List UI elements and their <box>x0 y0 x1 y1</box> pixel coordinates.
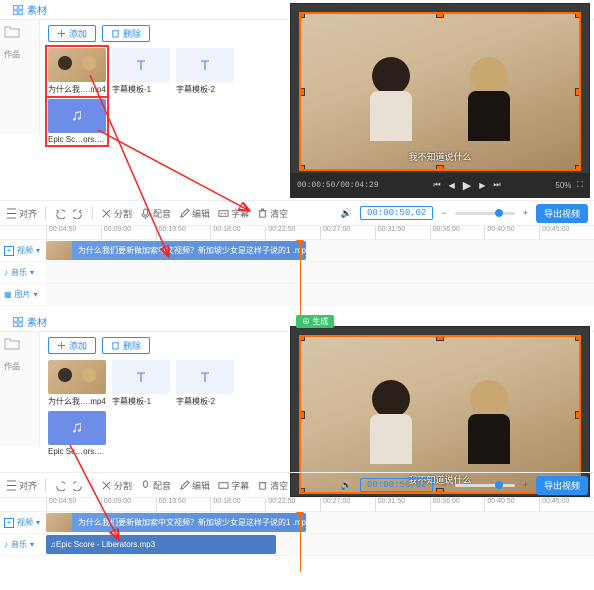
align-tool[interactable]: 对齐 <box>6 479 37 492</box>
tab-materials-label: 素材 <box>27 314 47 329</box>
video-clip[interactable]: 为什么我们要新做加索中文视频？新加坡少女是这样子说的1 .mp4 <box>46 241 306 260</box>
edit-tool[interactable]: 编辑 <box>179 479 210 492</box>
image-icon: ▦ <box>4 290 12 299</box>
timeline-ruler[interactable]: 00:04:50 00:09:00 00:13:50 00:18:00 00:2… <box>0 226 594 240</box>
resize-handle[interactable] <box>299 89 304 95</box>
music-icon: ♫ <box>71 419 83 437</box>
add-track-button[interactable]: + <box>4 246 14 256</box>
thumb-subtitle-2[interactable]: T 字幕模板-2 <box>176 360 234 407</box>
next-clip-button[interactable]: ⏭ <box>493 180 500 190</box>
music-icon: ♪ <box>4 268 8 277</box>
resize-handle[interactable] <box>576 412 581 418</box>
text-icon: T <box>201 57 210 73</box>
align-tool[interactable]: 对齐 <box>6 207 37 220</box>
undo-button[interactable] <box>54 480 65 491</box>
resize-handle[interactable] <box>299 412 304 418</box>
split-tool[interactable]: 分割 <box>101 207 132 220</box>
resize-handle[interactable] <box>437 12 443 17</box>
resize-handle[interactable] <box>576 12 581 17</box>
video-clip[interactable]: 为什么我们要新做加索中文视频？新加坡少女是这样子说的1 .mp4 <box>46 513 306 532</box>
text-icon: T <box>201 369 210 385</box>
resize-handle[interactable] <box>576 89 581 95</box>
track-head-audio[interactable]: ♪音乐▾ <box>0 267 46 278</box>
resize-handle[interactable] <box>437 335 443 340</box>
preview-frame[interactable]: 我不知道说什么 <box>299 335 581 494</box>
zoom-in-button[interactable]: + <box>523 480 528 490</box>
subtitle-tool[interactable]: 字幕 <box>218 479 249 492</box>
folder-icon[interactable] <box>4 24 35 43</box>
tab-materials[interactable]: 素材 <box>8 312 51 331</box>
zoom-out-button[interactable]: − <box>441 480 446 490</box>
export-button[interactable]: 导出视频 <box>536 476 588 495</box>
resize-handle[interactable] <box>299 166 304 171</box>
folder-works-label: 作品 <box>4 49 35 60</box>
text-icon: T <box>137 57 146 73</box>
clear-tool[interactable]: 清空 <box>257 479 288 492</box>
undo-button[interactable] <box>54 208 65 219</box>
folder-icon[interactable] <box>4 336 35 355</box>
record-tool[interactable]: 配音 <box>140 207 171 220</box>
preview-subtitle: 我不知道说什么 <box>301 150 579 163</box>
track-head-video[interactable]: +视频▾ <box>0 245 46 256</box>
zoom-slider[interactable] <box>455 212 515 215</box>
export-button[interactable]: 导出视频 <box>536 204 588 223</box>
chevron-down-icon: ▾ <box>36 246 40 255</box>
prev-frame-button[interactable]: ◀ <box>449 181 455 190</box>
thumb-video-1[interactable]: 为什么我….mp4 <box>48 360 106 407</box>
prev-clip-button[interactable]: ⏮ <box>433 180 440 190</box>
text-icon: T <box>137 369 146 385</box>
thumb-video-1[interactable]: 为什么我….mp4 <box>48 48 106 95</box>
split-tool[interactable]: 分割 <box>101 479 132 492</box>
resize-handle[interactable] <box>576 166 581 171</box>
timecode-box[interactable]: 00:00:50,02 <box>360 478 433 492</box>
folder-works-label: 作品 <box>4 361 35 372</box>
record-tool[interactable]: 配音 <box>140 479 171 492</box>
timecode-box[interactable]: 00:00:50,02 <box>360 206 433 220</box>
zoom-in-button[interactable]: + <box>523 208 528 218</box>
tab-materials-label: 素材 <box>27 2 47 17</box>
play-button[interactable]: ▶ <box>463 179 471 192</box>
add-button[interactable]: 添加 <box>48 337 96 354</box>
audio-clip[interactable]: ♫Epic Score - Liberators.mp3 <box>46 535 276 554</box>
add-track-button[interactable]: + <box>4 518 14 528</box>
track-head-video[interactable]: +视频▾ <box>0 517 46 528</box>
resize-handle[interactable] <box>299 12 304 17</box>
thumb-audio-1[interactable]: ♫ Epic Sc…ors.mp3 <box>48 99 106 144</box>
preview-zoom-label: 50% <box>555 181 571 190</box>
edit-tool[interactable]: 编辑 <box>179 207 210 220</box>
track-head-audio[interactable]: ♪音乐▾ <box>0 539 46 550</box>
redo-button[interactable] <box>73 480 84 491</box>
resize-handle[interactable] <box>299 335 304 340</box>
preview-frame[interactable]: 我不知道说什么 <box>299 12 581 171</box>
sound-icon[interactable]: 🔊 <box>341 480 352 491</box>
zoom-slider[interactable] <box>455 484 515 487</box>
thumb-subtitle-2[interactable]: T 字幕模板-2 <box>176 48 234 95</box>
resize-handle[interactable] <box>576 335 581 340</box>
delete-button[interactable]: 删除 <box>102 25 150 42</box>
thumb-subtitle-1[interactable]: T 字幕模板-1 <box>112 360 170 407</box>
subtitle-tool[interactable]: 字幕 <box>218 207 249 220</box>
preview-time: 00:00:50/00:04:29 <box>297 181 379 190</box>
sound-icon[interactable]: 🔊 <box>341 208 352 219</box>
timeline-ruler[interactable]: 00:04:50 00:09:00 00:13:50 00:18:00 00:2… <box>0 498 594 512</box>
clear-tool[interactable]: 清空 <box>257 207 288 220</box>
redo-button[interactable] <box>73 208 84 219</box>
thumb-audio-1[interactable]: ♫ Epic Sc…ors.mp3 <box>48 411 106 456</box>
music-icon: ♫ <box>71 107 83 125</box>
tab-materials[interactable]: 素材 <box>8 0 51 19</box>
generate-button[interactable]: ⊕ 生成 <box>296 315 334 328</box>
track-head-image[interactable]: ▦图片▾ <box>0 289 46 300</box>
fullscreen-button[interactable]: ⛶ <box>577 180 583 190</box>
playhead[interactable] <box>300 512 301 572</box>
next-frame-button[interactable]: ▶ <box>479 181 485 190</box>
thumb-subtitle-1[interactable]: T 字幕模板-1 <box>112 48 170 95</box>
add-button[interactable]: 添加 <box>48 25 96 42</box>
chevron-down-icon: ▾ <box>30 268 34 277</box>
delete-button[interactable]: 删除 <box>102 337 150 354</box>
zoom-out-button[interactable]: − <box>441 208 446 218</box>
chevron-down-icon: ▾ <box>34 290 38 299</box>
preview-pane: 我不知道说什么 00:00:50/00:04:29 ⏮ ◀ ▶ ▶ ⏭ 50% … <box>290 3 590 198</box>
